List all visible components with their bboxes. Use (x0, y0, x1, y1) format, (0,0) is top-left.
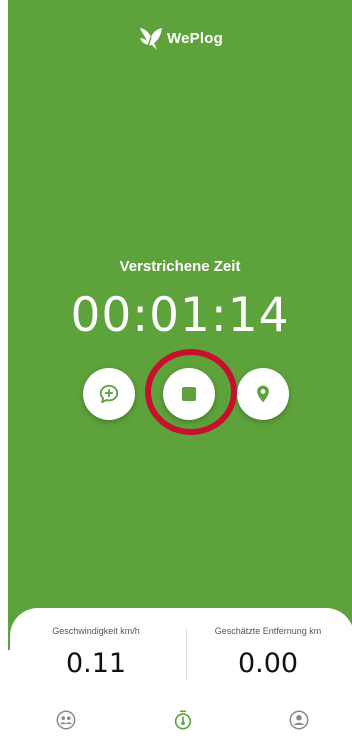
speed-stat: Geschwindigkeit km/h 0.11 (10, 626, 182, 679)
nav-profile[interactable] (287, 708, 311, 732)
stop-button[interactable] (163, 368, 215, 420)
speed-value: 0.11 (65, 648, 127, 679)
app-logo: WePlog (8, 24, 352, 52)
location-button[interactable] (237, 368, 289, 420)
location-pin-icon (257, 385, 269, 403)
speed-label: Geschwindigkeit km/h (52, 626, 140, 636)
chat-add-icon (99, 384, 119, 404)
tracking-panel: WePlog Verstrichene Zeit 00:01:14 (8, 0, 352, 650)
elapsed-time-value: 00:01:14 (70, 288, 290, 343)
app-screen: WePlog Verstrichene Zeit 00:01:14 Geschw… (0, 0, 352, 740)
leaf-logo-icon (140, 28, 163, 50)
distance-stat: Geschätzte Entfernung km 0.00 (182, 626, 352, 679)
timer-icon (174, 710, 192, 730)
community-icon (56, 710, 76, 730)
profile-icon (289, 710, 309, 730)
elapsed-time-label: Verstrichene Zeit (119, 258, 241, 275)
stats-card: Geschwindigkeit km/h 0.11 Geschätzte Ent… (10, 608, 352, 696)
stop-icon (182, 387, 196, 401)
nav-community[interactable] (54, 708, 78, 732)
bottom-navigation (0, 696, 352, 740)
distance-label: Geschätzte Entfernung km (214, 626, 322, 636)
brand-name: WePlog (167, 29, 223, 47)
nav-timer[interactable] (171, 708, 195, 732)
add-comment-button[interactable] (83, 368, 135, 420)
distance-value: 0.00 (237, 648, 299, 679)
